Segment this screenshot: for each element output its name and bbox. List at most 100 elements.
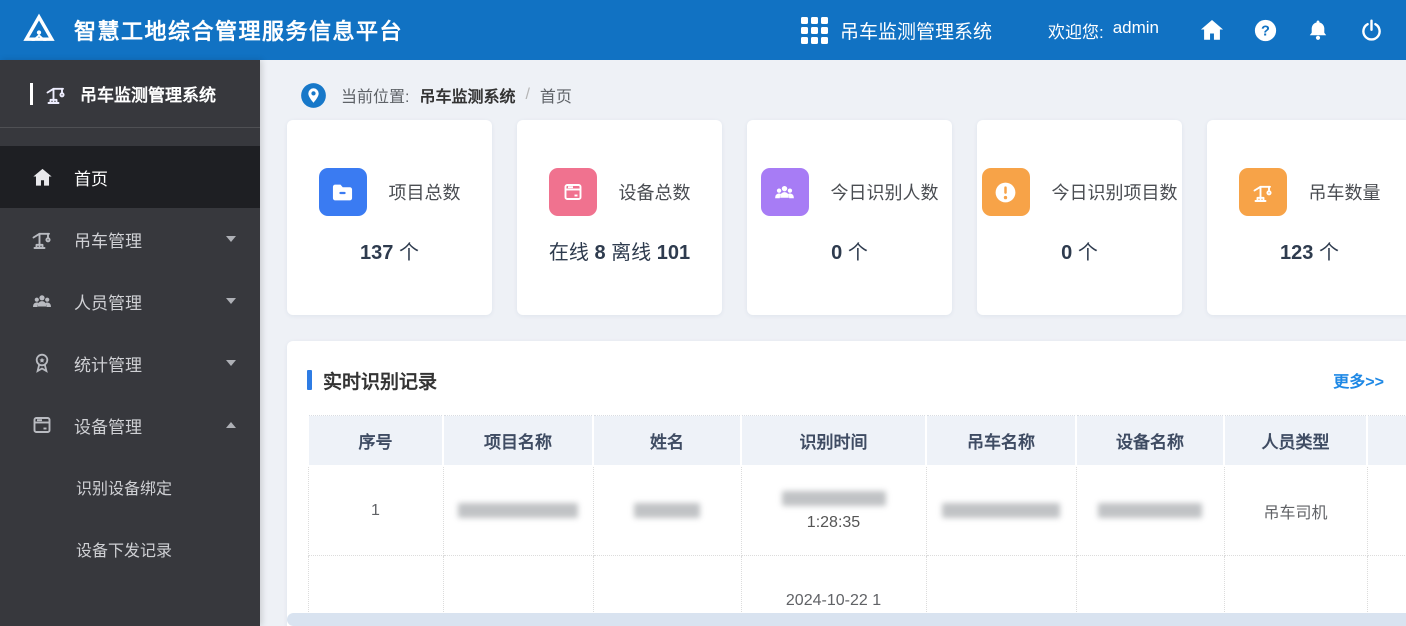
- stat-card-value: 0 个: [831, 242, 868, 264]
- stat-card-crane-count: 吊车数量 123 个: [1207, 120, 1406, 315]
- sidebar-subitem-recognition-device-binding[interactable]: 识别设备绑定: [0, 456, 260, 518]
- table-cell: [925, 465, 1077, 556]
- chevron-up-icon: [226, 422, 236, 428]
- sidebar-menu: 首页吊车管理人员管理统计管理设备管理识别设备绑定 设备下发记录: [0, 146, 260, 580]
- stat-card-header: 今日识别项目数: [977, 168, 1182, 216]
- table-cell: 1: [307, 465, 444, 556]
- breadcrumb-page[interactable]: 首页: [540, 83, 572, 107]
- breadcrumb-section[interactable]: 吊车监测系统: [419, 83, 515, 107]
- redacted-text: [1098, 503, 1202, 519]
- stat-card-label: 今日识别项目数: [1051, 183, 1178, 203]
- redacted-text: [458, 503, 578, 519]
- stat-card-label: 吊车数量: [1308, 183, 1381, 203]
- top-header-bar: 智慧工地综合管理服务信息平台 吊车监测管理系统 欢迎您: admin ?: [0, 0, 1406, 60]
- table-cell: [442, 465, 594, 556]
- main-content: 当前位置: 吊车监测系统 / 首页 项目总数 137 个 设备总数在线 8 离线 1…: [260, 60, 1406, 626]
- app-name: 吊车监测管理系统: [839, 21, 992, 43]
- stat-card-value: 123 个: [1280, 242, 1339, 264]
- stat-cards-row: 项目总数 137 个设备总数 在线 8 离线 101 今日识别人数 0 个今日识别项目数…: [287, 120, 1406, 315]
- table-cell: [592, 465, 742, 556]
- header-icons: ?: [1199, 17, 1384, 43]
- horizontal-scrollbar[interactable]: [287, 613, 1406, 626]
- help-icon[interactable]: ?: [1252, 17, 1278, 43]
- column-header: 吊车名称: [925, 415, 1077, 467]
- platform-logo-icon: [16, 7, 62, 53]
- records-panel-header: 实时识别记录 更多>>: [307, 357, 1406, 403]
- medal-icon: [30, 351, 54, 375]
- sidebar-item-home[interactable]: 首页: [0, 146, 260, 208]
- people-icon: [760, 168, 809, 216]
- chevron-down-icon: [226, 236, 236, 242]
- column-header: 项目名称: [442, 415, 594, 467]
- sidebar-item-crane-management[interactable]: 吊车管理: [0, 208, 260, 270]
- stat-card-device-total: 设备总数在线 8 离线 101: [517, 120, 722, 315]
- platform-title: 智慧工地综合管理服务信息平台: [74, 19, 404, 44]
- table-row: 1 1:28:35 吊车司机: [307, 465, 1406, 556]
- more-link[interactable]: 更多>>: [1333, 368, 1384, 392]
- folder-icon: [318, 168, 367, 216]
- sidebar-item-statistics-management[interactable]: 统计管理: [0, 332, 260, 394]
- table-cell: [1075, 465, 1225, 556]
- stat-card-label: 今日识别人数: [830, 183, 939, 203]
- chevron-down-icon: [226, 360, 236, 366]
- redacted-text: [634, 503, 700, 519]
- device-icon: [30, 413, 54, 437]
- home-icon[interactable]: [1199, 17, 1225, 43]
- table-cell: 吊车司机: [1223, 465, 1368, 556]
- apps-grid-icon[interactable]: [800, 16, 828, 44]
- column-header: 序号: [307, 415, 444, 467]
- sidebar-app-title: 吊车监测管理系统: [0, 60, 260, 128]
- cell-text: 1:28:35: [806, 514, 861, 532]
- sidebar-item-label: 吊车管理: [74, 231, 142, 251]
- title-accent-bar: [307, 370, 312, 390]
- stat-card-label: 项目总数: [388, 183, 461, 203]
- device-icon: [548, 168, 597, 216]
- table-cell: [1366, 465, 1406, 556]
- power-icon[interactable]: [1358, 17, 1384, 43]
- table-header-row: 序号 项目名称 姓名 识别时间 吊车名称 设备名称 人员类型: [307, 415, 1406, 467]
- sidebar-item-device-management[interactable]: 设备管理: [0, 394, 260, 456]
- stat-card-value: 0 个: [1061, 242, 1098, 264]
- crane-icon: [1238, 168, 1287, 216]
- sidebar-subitem-device-dispatch-records[interactable]: 设备下发记录: [0, 518, 260, 580]
- welcome-text: 欢迎您: admin: [1048, 18, 1159, 43]
- bell-icon[interactable]: [1305, 17, 1331, 43]
- title-divider-bar: [30, 82, 33, 105]
- sidebar: 吊车监测管理系统 首页吊车管理人员管理统计管理设备管理识别设备绑定 设备下发记录: [0, 60, 260, 626]
- topbar-right-cluster: 吊车监测管理系统 欢迎您: admin ?: [800, 16, 1384, 44]
- stat-card-today-recognized-people: 今日识别人数 0 个: [747, 120, 952, 315]
- location-pin-icon: [300, 82, 327, 109]
- sidebar-item-label: 设备管理: [74, 417, 142, 437]
- alert-icon: [981, 168, 1030, 216]
- table-cell: 1:28:35: [740, 465, 927, 556]
- records-table-wrapper: 序号 项目名称 姓名 识别时间 吊车名称 设备名称 人员类型 1 1:28:35 吊车司机 2024…: [307, 415, 1406, 626]
- crane-icon: [44, 82, 68, 106]
- column-header: 设备名称: [1075, 415, 1225, 467]
- breadcrumb-separator: /: [525, 86, 530, 103]
- crane-icon: [30, 227, 54, 251]
- stat-card-header: 项目总数: [287, 168, 492, 216]
- breadcrumb: 当前位置: 吊车监测系统 / 首页: [287, 74, 1406, 116]
- stat-card-value: 在线 8 离线 101: [548, 242, 691, 264]
- stat-card-today-recognized-projects: 今日识别项目数 0 个: [977, 120, 1182, 315]
- chevron-down-icon: [226, 298, 236, 304]
- records-table: 序号 项目名称 姓名 识别时间 吊车名称 设备名称 人员类型 1 1:28:35 吊车司机 2024…: [307, 415, 1406, 626]
- column-header: [1366, 415, 1406, 467]
- column-header: 姓名: [592, 415, 742, 467]
- stat-card-header: 今日识别人数: [747, 168, 952, 216]
- stat-card-header: 设备总数: [517, 168, 722, 216]
- sidebar-item-label: 人员管理: [74, 293, 142, 313]
- people-icon: [30, 289, 54, 313]
- svg-text:?: ?: [1261, 23, 1270, 39]
- records-title: 实时识别记录: [323, 371, 438, 393]
- column-header: 识别时间: [740, 415, 927, 467]
- sidebar-item-personnel-management[interactable]: 人员管理: [0, 270, 260, 332]
- stat-card-value: 137 个: [360, 242, 419, 264]
- records-panel: 实时识别记录 更多>> 序号 项目名称 姓名 识别时间 吊车名称 设备名称 人员类型 1 1:2…: [287, 341, 1406, 626]
- welcome-label: 欢迎您:: [1047, 22, 1104, 42]
- redacted-text: [942, 503, 1060, 519]
- stat-card-header: 吊车数量: [1207, 168, 1406, 216]
- username: admin: [1112, 17, 1159, 37]
- sidebar-app-title-text: 吊车监测管理系统: [80, 86, 216, 105]
- sidebar-item-label: 首页: [74, 169, 108, 189]
